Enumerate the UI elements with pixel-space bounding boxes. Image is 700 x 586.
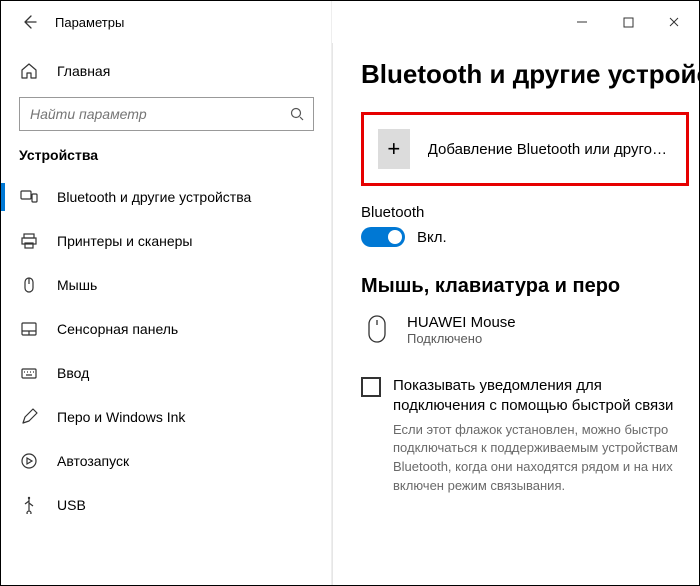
mouse-icon [19,275,39,295]
bluetooth-toggle[interactable] [361,227,405,247]
device-item[interactable]: HUAWEI Mouse Подключено [361,308,689,364]
add-device-button[interactable]: + [378,129,410,169]
sidebar-item-autoplay[interactable]: Автозапуск [1,439,332,483]
arrow-left-icon [21,14,37,30]
sidebar-item-label: Перо и Windows Ink [57,409,185,425]
sidebar-item-label: Принтеры и сканеры [57,233,192,249]
touchpad-icon [19,319,39,339]
add-device-row[interactable]: + Добавление Bluetooth или другого устро… [361,112,689,186]
mouse-icon [363,314,391,344]
keyboard-icon [19,363,39,383]
main-panel: Bluetooth и другие устройства + Добавлен… [333,43,699,585]
bluetooth-state: Вкл. [417,229,447,246]
sidebar-item-printers[interactable]: Принтеры и сканеры [1,219,332,263]
sidebar-item-pen[interactable]: Перо и Windows Ink [1,395,332,439]
sidebar-item-label: Мышь [57,277,97,293]
close-icon [668,16,680,28]
autoplay-icon [19,451,39,471]
swift-pair-checkbox[interactable] [361,377,381,397]
window-title: Параметры [55,15,124,30]
device-status: Подключено [407,331,516,346]
sidebar-item-label: Автозапуск [57,453,129,469]
sidebar-item-label: Bluetooth и другие устройства [57,189,251,205]
usb-icon [19,495,39,515]
sidebar-item-label: Сенсорная панель [57,321,178,337]
swift-pair-hint: Если этот флажок установлен, можно быстр… [393,421,689,496]
maximize-icon [623,17,634,28]
page-title: Bluetooth и другие устройства [361,59,689,90]
bluetooth-label: Bluetooth [361,204,689,221]
home-label: Главная [57,63,110,79]
minimize-icon [576,16,588,28]
home-link[interactable]: Главная [1,49,332,93]
printer-icon [19,231,39,251]
plus-icon: + [387,136,400,162]
sidebar-item-typing[interactable]: Ввод [1,351,332,395]
pen-icon [19,407,39,427]
sidebar: Главная Устройства Bluetooth и другие ус… [1,43,333,585]
devices-icon [19,187,39,207]
group-mouse-keyboard: Мышь, клавиатура и перо [361,275,689,298]
sidebar-item-usb[interactable]: USB [1,483,332,527]
sidebar-item-bluetooth[interactable]: Bluetooth и другие устройства [1,175,332,219]
sidebar-item-label: USB [57,497,86,513]
search-input[interactable] [30,106,289,122]
minimize-button[interactable] [559,6,605,38]
device-name: HUAWEI Mouse [407,314,516,331]
titlebar: Параметры [1,1,699,43]
sidebar-item-label: Ввод [57,365,89,381]
maximize-button[interactable] [605,6,651,38]
sidebar-section-label: Устройства [1,137,332,175]
search-box[interactable] [19,97,314,131]
sidebar-item-touchpad[interactable]: Сенсорная панель [1,307,332,351]
close-button[interactable] [651,6,697,38]
back-button[interactable] [11,4,47,40]
home-icon [19,61,39,81]
search-icon [289,106,305,122]
add-device-label: Добавление Bluetooth или другого устройс… [428,141,672,158]
sidebar-item-mouse[interactable]: Мышь [1,263,332,307]
swift-pair-label: Показывать уведомления для подключения с… [393,376,689,417]
